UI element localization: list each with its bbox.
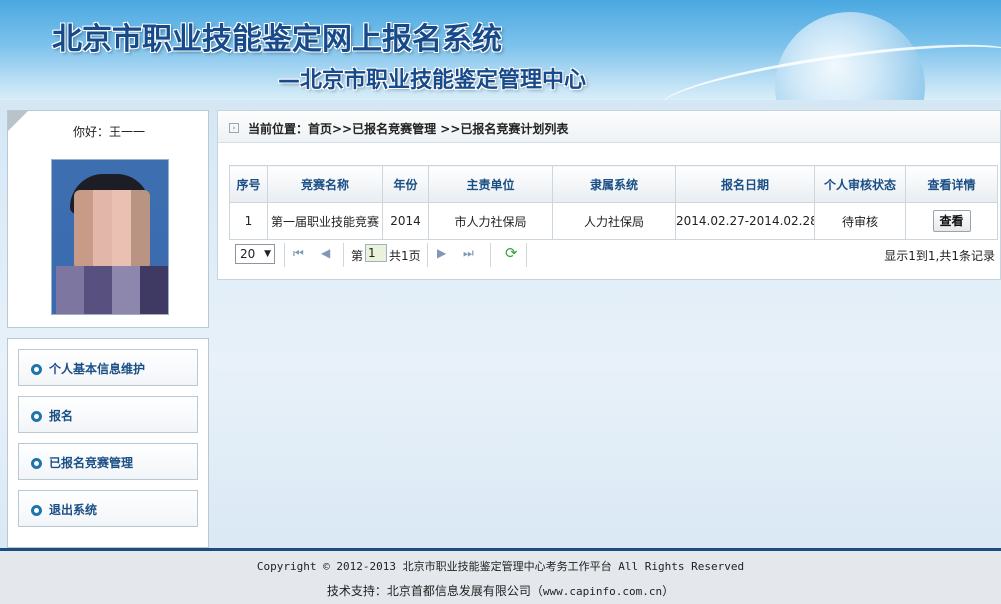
first-page-icon[interactable]: ⏮ bbox=[293, 246, 304, 261]
col-header-status: 个人审核状态 bbox=[814, 165, 906, 203]
copyright-text: Copyright © 2012-2013 北京市职业技能鉴定管理中心考务工作平… bbox=[256, 560, 745, 573]
divider bbox=[526, 243, 527, 267]
page-header: 北京市职业技能鉴定网上报名系统 —北京市职业技能鉴定管理中心 bbox=[0, 0, 1001, 100]
cell-date: 2014.02.27-2014.02.28 bbox=[675, 202, 815, 240]
cell-year: 2014 bbox=[382, 202, 429, 240]
sidebar-item-label: 个人基本信息维护 bbox=[49, 362, 146, 376]
sidebar-item-registered-competitions[interactable]: 已报名竞赛管理 bbox=[18, 443, 198, 480]
prev-page-icon[interactable]: ◀ bbox=[321, 246, 330, 260]
col-header-date: 报名日期 bbox=[675, 165, 815, 203]
sidebar-item-register[interactable]: 报名 bbox=[18, 396, 198, 433]
table-header-row: 序号 竞赛名称 年份 主责单位 隶属系统 报名日期 个人审核状态 查看详情 bbox=[229, 165, 998, 203]
support-url: www.capinfo.com.cn bbox=[542, 585, 663, 598]
site-subtitle: —北京市职业技能鉴定管理中心 bbox=[278, 68, 587, 93]
bullet-icon bbox=[31, 458, 42, 469]
col-header-name: 竞赛名称 bbox=[267, 165, 383, 203]
sidebar-item-profile-maintenance[interactable]: 个人基本信息维护 bbox=[18, 349, 198, 386]
divider bbox=[284, 243, 285, 267]
site-title: 北京市职业技能鉴定网上报名系统 bbox=[52, 22, 502, 57]
sidebar-item-label: 已报名竞赛管理 bbox=[49, 456, 134, 470]
cell-index: 1 bbox=[229, 202, 268, 240]
cell-details: 查看 bbox=[905, 202, 998, 240]
cell-status: 待审核 bbox=[814, 202, 906, 240]
avatar bbox=[51, 159, 169, 315]
col-header-year: 年份 bbox=[382, 165, 429, 203]
main-content: › 当前位置：首页>>已报名竞赛管理 >>已报名竞赛计划列表 序号 竞赛名称 年… bbox=[217, 110, 1001, 280]
col-header-index: 序号 bbox=[229, 165, 268, 203]
record-summary: 显示1到1,共1条记录 bbox=[884, 249, 995, 263]
refresh-icon[interactable]: ⟳ bbox=[505, 244, 518, 262]
sidebar-item-label: 报名 bbox=[49, 409, 74, 423]
pagination-bar: 20 ▼ ⏮ ◀ 第 1 共1页 ▶ ⏭ ⟳ 显示1到1,共1条记录 bbox=[229, 241, 997, 269]
bullet-icon bbox=[31, 411, 42, 422]
col-header-unit: 主责单位 bbox=[428, 165, 553, 203]
col-header-system: 隶属系统 bbox=[552, 165, 676, 203]
breadcrumb: › 当前位置：首页>>已报名竞赛管理 >>已报名竞赛计划列表 bbox=[218, 111, 1000, 143]
tech-support-text: 技术支持：北京首都信息发展有限公司（www.capinfo.com.cn） bbox=[326, 584, 675, 598]
sidebar-item-label: 退出系统 bbox=[49, 503, 98, 517]
breadcrumb-arrow-icon: › bbox=[229, 123, 239, 133]
divider bbox=[343, 243, 344, 267]
view-details-button[interactable]: 查看 bbox=[932, 210, 971, 232]
page-prefix-label: 第 bbox=[351, 249, 364, 263]
competition-table: 序号 竞赛名称 年份 主责单位 隶属系统 报名日期 个人审核状态 查看详情 1 … bbox=[229, 165, 998, 240]
sidebar-item-logout[interactable]: 退出系统 bbox=[18, 490, 198, 527]
cell-system: 人力社保局 bbox=[552, 202, 676, 240]
breadcrumb-text: 当前位置：首页>>已报名竞赛管理 >>已报名竞赛计划列表 bbox=[248, 122, 569, 136]
sidebar-menu: 个人基本信息维护 报名 已报名竞赛管理 退出系统 bbox=[7, 338, 209, 548]
page-size-select[interactable]: 20 ▼ bbox=[235, 244, 275, 264]
chevron-down-icon: ▼ bbox=[264, 249, 271, 259]
next-page-icon[interactable]: ▶ bbox=[437, 246, 446, 260]
total-pages-label: 共1页 bbox=[389, 249, 421, 263]
col-header-details: 查看详情 bbox=[905, 165, 998, 203]
divider bbox=[427, 243, 428, 267]
cell-name: 第一届职业技能竞赛 bbox=[267, 202, 383, 240]
divider bbox=[490, 243, 491, 267]
bullet-icon bbox=[31, 505, 42, 516]
cell-unit: 市人力社保局 bbox=[428, 202, 553, 240]
last-page-icon[interactable]: ⏭ bbox=[463, 246, 474, 261]
page-number-input[interactable]: 1 bbox=[365, 244, 387, 262]
bullet-icon bbox=[31, 364, 42, 375]
table-row: 1 第一届职业技能竞赛 2014 市人力社保局 人力社保局 2014.02.27… bbox=[229, 202, 998, 240]
profile-panel: 你好：王一一 bbox=[7, 110, 209, 328]
page-footer: Copyright © 2012-2013 北京市职业技能鉴定管理中心考务工作平… bbox=[0, 548, 1001, 604]
user-greeting: 你好：王一一 bbox=[72, 125, 145, 139]
